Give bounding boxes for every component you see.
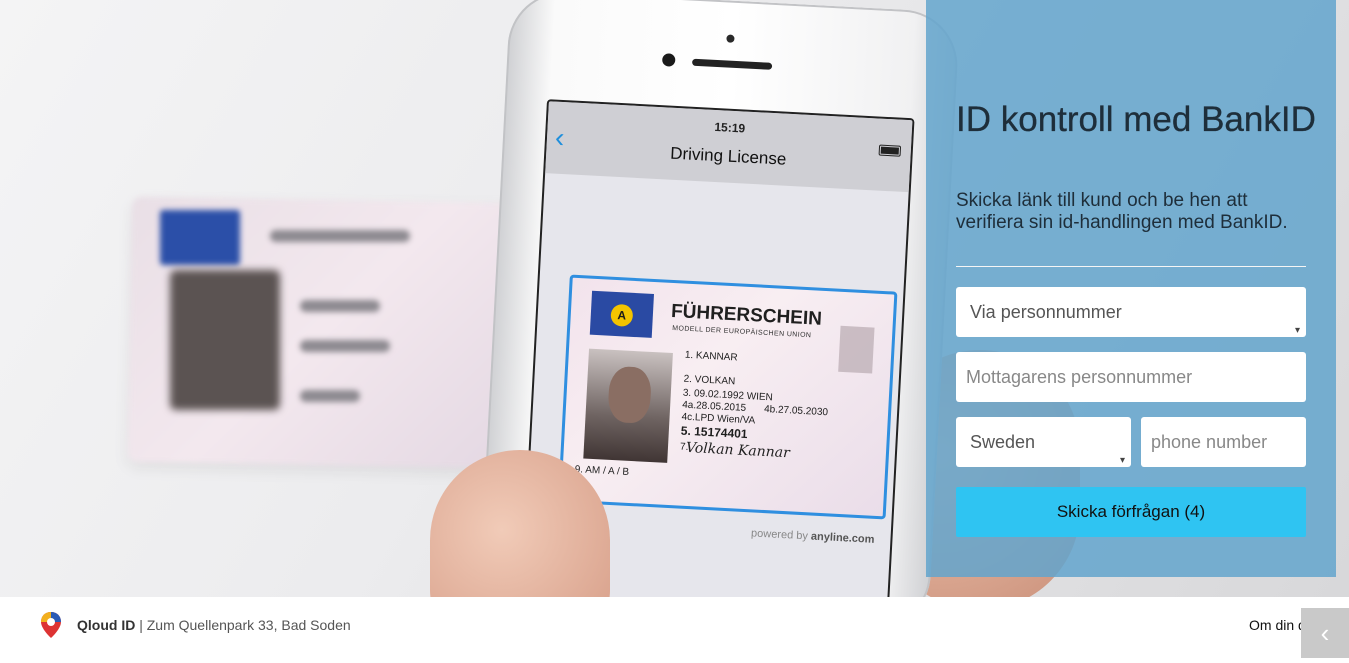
front-sensor xyxy=(726,34,735,43)
panel-subtitle: Skicka länk till kund och be hen att ver… xyxy=(956,190,1288,233)
chevron-left-icon[interactable]: ‹ xyxy=(1301,608,1349,658)
qloud-logo-icon xyxy=(41,612,61,638)
license-field: 1. KANNAR xyxy=(684,349,738,364)
license-field: 4b.27.05.2030 xyxy=(763,403,829,419)
blurred-text xyxy=(300,340,390,352)
country-select-value: Sweden xyxy=(970,432,1036,452)
personnummer-input[interactable]: Mottagarens personnummer xyxy=(956,352,1306,402)
front-camera xyxy=(661,53,676,67)
country-select[interactable]: Sweden ▾ xyxy=(956,417,1131,467)
footer-brand: Qloud ID | Zum Quellenpark 33, Bad Soden xyxy=(77,617,351,633)
blurred-flag xyxy=(160,210,240,265)
driving-license-card: A FÜHRERSCHEIN MODELL DER EUROPÄISCHEN U… xyxy=(557,274,898,520)
phone-number-input[interactable]: phone number xyxy=(1141,417,1306,467)
license-field: 2. VOLKAN xyxy=(683,373,736,388)
phone-nav-title: Driving License xyxy=(669,143,787,169)
powered-prefix: powered by xyxy=(750,527,812,543)
submit-request-button[interactable]: Skicka förfrågan (4) xyxy=(956,487,1306,537)
eu-flag-icon: A xyxy=(589,290,654,338)
phone-nav-bar: 15:19 ‹ Driving License xyxy=(545,101,913,193)
brand-name: Qloud ID xyxy=(77,617,136,633)
chevron-down-icon: ▾ xyxy=(1294,325,1300,336)
brand-address: | Zum Quellenpark 33, Bad Soden xyxy=(135,617,351,633)
powered-by: powered by anyline.com xyxy=(751,527,875,545)
panel-title: ID kontroll med BankID xyxy=(956,100,1316,139)
chevron-down-icon: ▾ xyxy=(1119,455,1125,466)
divider xyxy=(956,266,1306,267)
license-photo xyxy=(583,348,673,463)
face xyxy=(607,365,653,424)
license-number: 5. 15174401 xyxy=(680,423,748,442)
blurred-text xyxy=(270,230,410,242)
country-code: A xyxy=(610,303,634,327)
blurred-text xyxy=(300,390,360,402)
blurred-photo xyxy=(170,270,280,410)
mini-photo xyxy=(838,325,875,374)
blurred-text xyxy=(300,300,380,312)
earpiece xyxy=(691,58,773,70)
verification-panel: ID kontroll med BankID Skicka länk till … xyxy=(926,0,1336,577)
signature: Volkan Kannar xyxy=(685,439,791,462)
method-select[interactable]: Via personnummer ▾ xyxy=(956,287,1306,337)
powered-brand: anyline.com xyxy=(810,530,875,546)
footer: Qloud ID | Zum Quellenpark 33, Bad Soden… xyxy=(0,597,1349,663)
method-select-value: Via personnummer xyxy=(970,302,1122,322)
